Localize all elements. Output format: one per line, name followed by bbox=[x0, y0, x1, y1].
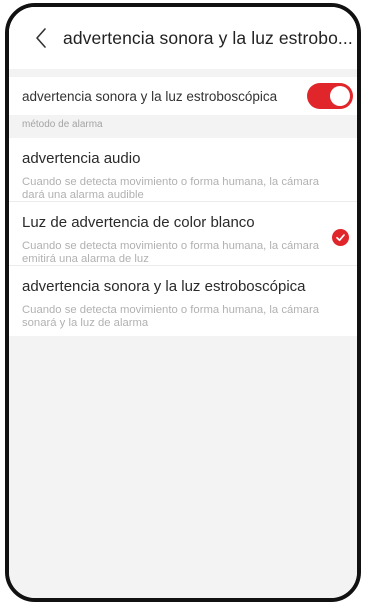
toggle-knob bbox=[330, 86, 350, 106]
alarm-method-list: advertencia audio Cuando se detecta movi… bbox=[9, 138, 357, 336]
option-description: Cuando se detecta movimiento o forma hum… bbox=[22, 240, 320, 265]
section-header: método de alarma bbox=[22, 119, 103, 130]
option-title: Luz de advertencia de color blanco bbox=[22, 214, 255, 231]
toggle-label: advertencia sonora y la luz estroboscópi… bbox=[22, 88, 278, 104]
option-description: Cuando se detecta movimiento o forma hum… bbox=[22, 176, 320, 201]
option-sound-and-strobe-warning[interactable]: advertencia sonora y la luz estroboscópi… bbox=[9, 266, 357, 336]
option-white-light-warning[interactable]: Luz de advertencia de color blanco Cuand… bbox=[9, 202, 357, 266]
option-title: advertencia sonora y la luz estroboscópi… bbox=[22, 278, 306, 295]
option-title: advertencia audio bbox=[22, 150, 141, 167]
phone-frame: advertencia sonora y la luz estrobo... a… bbox=[5, 3, 361, 602]
chevron-left-icon bbox=[36, 28, 46, 48]
option-audio-warning[interactable]: advertencia audio Cuando se detecta movi… bbox=[9, 138, 357, 202]
screen: advertencia sonora y la luz estrobo... a… bbox=[9, 7, 357, 598]
checkmark-icon bbox=[332, 229, 349, 246]
alarm-toggle-switch[interactable] bbox=[307, 83, 353, 109]
header: advertencia sonora y la luz estrobo... bbox=[9, 7, 357, 69]
back-button[interactable] bbox=[21, 18, 61, 58]
alarm-toggle-row: advertencia sonora y la luz estroboscópi… bbox=[9, 77, 357, 115]
option-description: Cuando se detecta movimiento o forma hum… bbox=[22, 304, 320, 329]
page-title: advertencia sonora y la luz estrobo... bbox=[63, 27, 353, 48]
